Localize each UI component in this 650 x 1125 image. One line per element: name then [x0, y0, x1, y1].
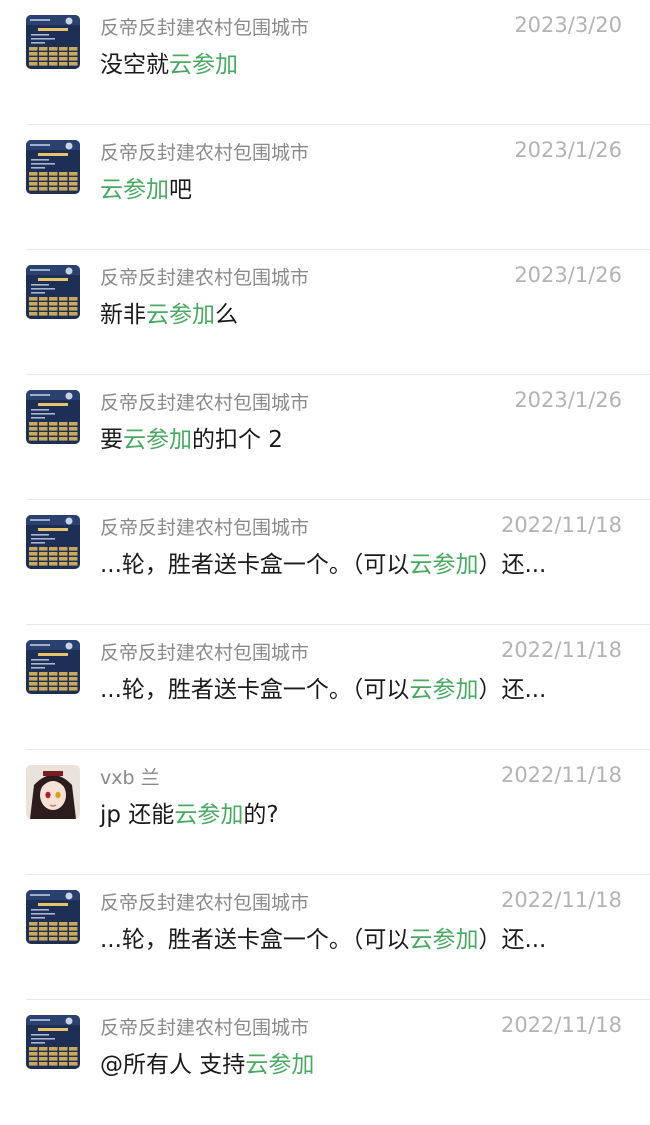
- sender-name: 反帝反封建农村包围城市: [100, 392, 310, 414]
- avatar[interactable]: [26, 765, 80, 819]
- keyword-highlight: 云参加: [146, 302, 215, 328]
- list-item[interactable]: 反帝反封建农村包围城市 2022/11/18 @所有人 支持云参加: [0, 1000, 650, 1125]
- avatar[interactable]: [26, 515, 80, 569]
- avatar[interactable]: [26, 890, 80, 944]
- snippet-text: 的扣个 2: [192, 427, 283, 453]
- keyword-highlight: 云参加: [245, 1052, 315, 1078]
- sender-name: 反帝反封建农村包围城市: [100, 642, 310, 664]
- avatar[interactable]: [26, 265, 80, 319]
- sender-name: 反帝反封建农村包围城市: [100, 892, 310, 914]
- avatar[interactable]: [26, 140, 80, 194]
- message-snippet: 云参加吧: [100, 170, 192, 204]
- keyword-highlight: 云参加: [100, 177, 169, 203]
- list-item[interactable]: 反帝反封建农村包围城市 2023/1/26 新非云参加么: [0, 250, 650, 375]
- keyword-highlight: 云参加: [409, 552, 479, 578]
- snippet-text: 要: [100, 427, 123, 453]
- message-date: 2022/11/18: [500, 888, 622, 912]
- snippet-text: ...轮，胜者送卡盒一个。（可以: [100, 552, 410, 578]
- message-date: 2023/3/20: [514, 13, 622, 37]
- message-snippet: 没空就云参加: [100, 45, 238, 79]
- list-item[interactable]: 反帝反封建农村包围城市 2022/11/18 ...轮，胜者送卡盒一个。（可以云…: [0, 875, 650, 1000]
- message-snippet: ...轮，胜者送卡盒一个。（可以云参加）还...: [100, 545, 546, 579]
- keyword-highlight: 云参加: [409, 927, 479, 953]
- snippet-text: ...轮，胜者送卡盒一个。（可以: [100, 677, 410, 703]
- message-date: 2022/11/18: [500, 638, 622, 662]
- keyword-highlight: 云参加: [409, 677, 479, 703]
- sender-name: 反帝反封建农村包围城市: [100, 267, 310, 289]
- keyword-highlight: 云参加: [123, 427, 192, 453]
- search-results-list: 反帝反封建农村包围城市 2023/3/20 没空就云参加 反帝反封建农村包围城市…: [0, 0, 650, 1125]
- message-date: 2023/1/26: [514, 138, 622, 162]
- message-snippet: 要云参加的扣个 2: [100, 420, 283, 454]
- message-date: 2022/11/18: [500, 763, 622, 787]
- avatar[interactable]: [26, 15, 80, 69]
- avatar[interactable]: [26, 640, 80, 694]
- keyword-highlight: 云参加: [169, 52, 238, 78]
- list-item[interactable]: 反帝反封建农村包围城市 2023/1/26 云参加吧: [0, 125, 650, 250]
- sender-name: 反帝反封建农村包围城市: [100, 1017, 310, 1039]
- list-item[interactable]: 反帝反封建农村包围城市 2022/11/18 ...轮，胜者送卡盒一个。（可以云…: [0, 625, 650, 750]
- avatar[interactable]: [26, 390, 80, 444]
- message-snippet: jp 还能云参加的?: [100, 795, 279, 829]
- snippet-text: ...轮，胜者送卡盒一个。（可以: [100, 927, 410, 953]
- snippet-text: @所有人 支持: [100, 1052, 246, 1078]
- list-item[interactable]: 反帝反封建农村包围城市 2023/3/20 没空就云参加: [0, 0, 650, 125]
- sender-name: vxb 兰: [100, 767, 160, 789]
- sender-name: 反帝反封建农村包围城市: [100, 142, 310, 164]
- message-snippet: @所有人 支持云参加: [100, 1045, 314, 1079]
- message-snippet: 新非云参加么: [100, 295, 238, 329]
- message-snippet: ...轮，胜者送卡盒一个。（可以云参加）还...: [100, 920, 546, 954]
- snippet-text: 的?: [243, 802, 279, 828]
- snippet-text: 吧: [169, 177, 192, 203]
- keyword-highlight: 云参加: [174, 802, 244, 828]
- sender-name: 反帝反封建农村包围城市: [100, 517, 310, 539]
- list-item[interactable]: vxb 兰 2022/11/18 jp 还能云参加的?: [0, 750, 650, 875]
- snippet-text: ）还...: [478, 927, 547, 953]
- message-date: 2022/11/18: [500, 513, 622, 537]
- snippet-text: ）还...: [478, 677, 547, 703]
- sender-name: 反帝反封建农村包围城市: [100, 17, 310, 39]
- list-item[interactable]: 反帝反封建农村包围城市 2023/1/26 要云参加的扣个 2: [0, 375, 650, 500]
- list-item[interactable]: 反帝反封建农村包围城市 2022/11/18 ...轮，胜者送卡盒一个。（可以云…: [0, 500, 650, 625]
- snippet-text: 新非: [100, 302, 146, 328]
- snippet-text: 没空就: [100, 52, 169, 78]
- message-snippet: ...轮，胜者送卡盒一个。（可以云参加）还...: [100, 670, 546, 704]
- snippet-text: ）还...: [478, 552, 547, 578]
- snippet-text: jp 还能: [100, 802, 175, 828]
- avatar[interactable]: [26, 1015, 80, 1069]
- message-date: 2023/1/26: [514, 388, 622, 412]
- message-date: 2022/11/18: [500, 1013, 622, 1037]
- snippet-text: 么: [215, 302, 238, 328]
- message-date: 2023/1/26: [514, 263, 622, 287]
